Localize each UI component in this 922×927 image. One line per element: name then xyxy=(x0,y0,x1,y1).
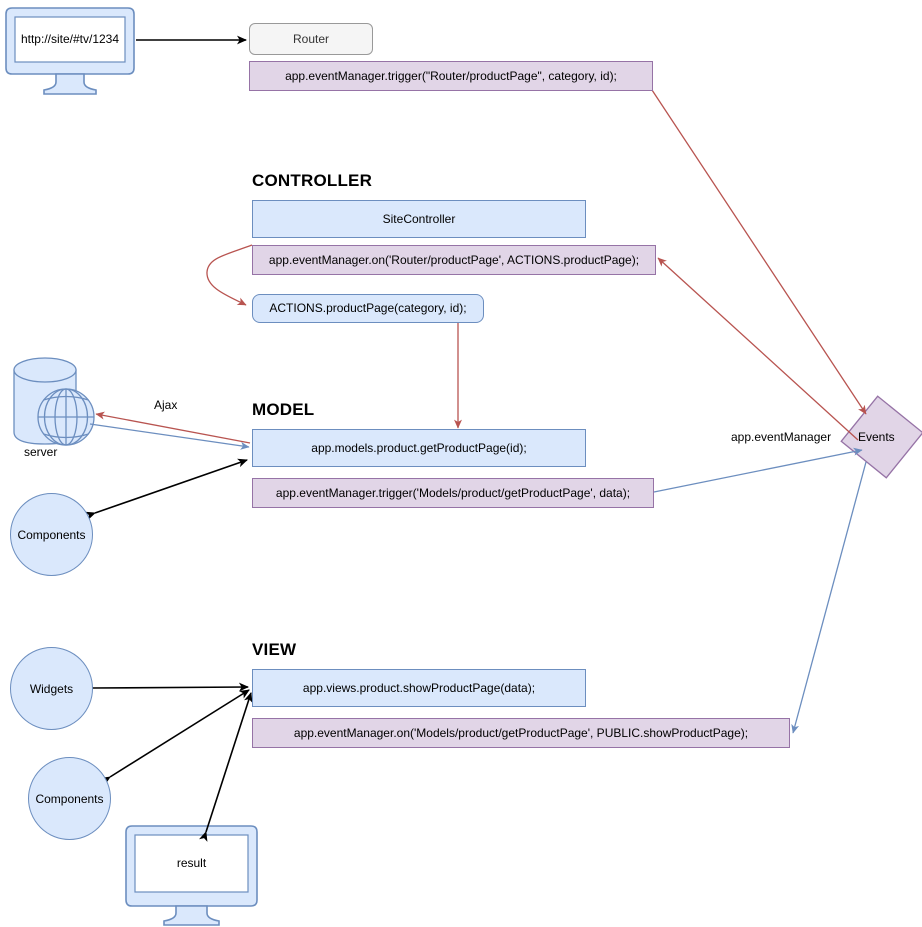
arrow-trigger-to-events xyxy=(651,89,867,415)
arrow-model-trigger-to-events xyxy=(653,447,863,493)
view-on-box[interactable]: app.eventManager.on('Models/product/getP… xyxy=(252,718,790,748)
result-monitor-label: result xyxy=(176,856,207,870)
events-diamond-label[interactable]: Events xyxy=(858,430,895,444)
arrow-server-to-model xyxy=(89,423,250,450)
diagram-canvas: http://site/#tv/1234 Router app.eventMan… xyxy=(0,0,922,927)
router-box[interactable]: Router xyxy=(249,23,373,55)
controller-on-box[interactable]: app.eventManager.on('Router/productPage'… xyxy=(252,245,656,275)
model-call-box[interactable]: app.models.product.getProductPage(id); xyxy=(252,429,586,467)
browser-url-label: http://site/#tv/1234 xyxy=(20,32,120,46)
widgets-circle[interactable]: Widgets xyxy=(10,647,93,730)
arrow-components-view xyxy=(100,689,250,786)
view-heading: VIEW xyxy=(252,640,297,659)
server-cylinder-shape xyxy=(13,357,77,445)
arrow-controller-on-to-actions xyxy=(206,244,253,306)
arrow-model-to-server xyxy=(95,411,251,444)
router-trigger-box[interactable]: app.eventManager.trigger("Router/product… xyxy=(249,61,653,91)
event-manager-label: app.eventManager xyxy=(731,430,832,444)
model-trigger-box[interactable]: app.eventManager.trigger('Models/product… xyxy=(252,478,654,508)
site-controller-box[interactable]: SiteController xyxy=(252,200,586,238)
view-call-box[interactable]: app.views.product.showProductPage(data); xyxy=(252,669,586,707)
arrow-events-to-view-on xyxy=(791,461,867,734)
server-label: server xyxy=(24,445,58,459)
controller-heading: CONTROLLER xyxy=(252,171,373,190)
ajax-label: Ajax xyxy=(154,398,178,412)
model-heading: MODEL xyxy=(252,400,315,419)
globe-shape xyxy=(37,388,95,446)
components-model-circle[interactable]: Components xyxy=(10,493,93,576)
actions-call-box[interactable]: ACTIONS.productPage(category, id); xyxy=(252,294,484,323)
arrow-events-to-controller-on xyxy=(657,257,859,441)
components-view-circle[interactable]: Components xyxy=(28,757,111,840)
arrow-components-model xyxy=(85,458,248,521)
arrow-result-view xyxy=(199,692,253,842)
arrow-widgets-view xyxy=(82,682,249,693)
